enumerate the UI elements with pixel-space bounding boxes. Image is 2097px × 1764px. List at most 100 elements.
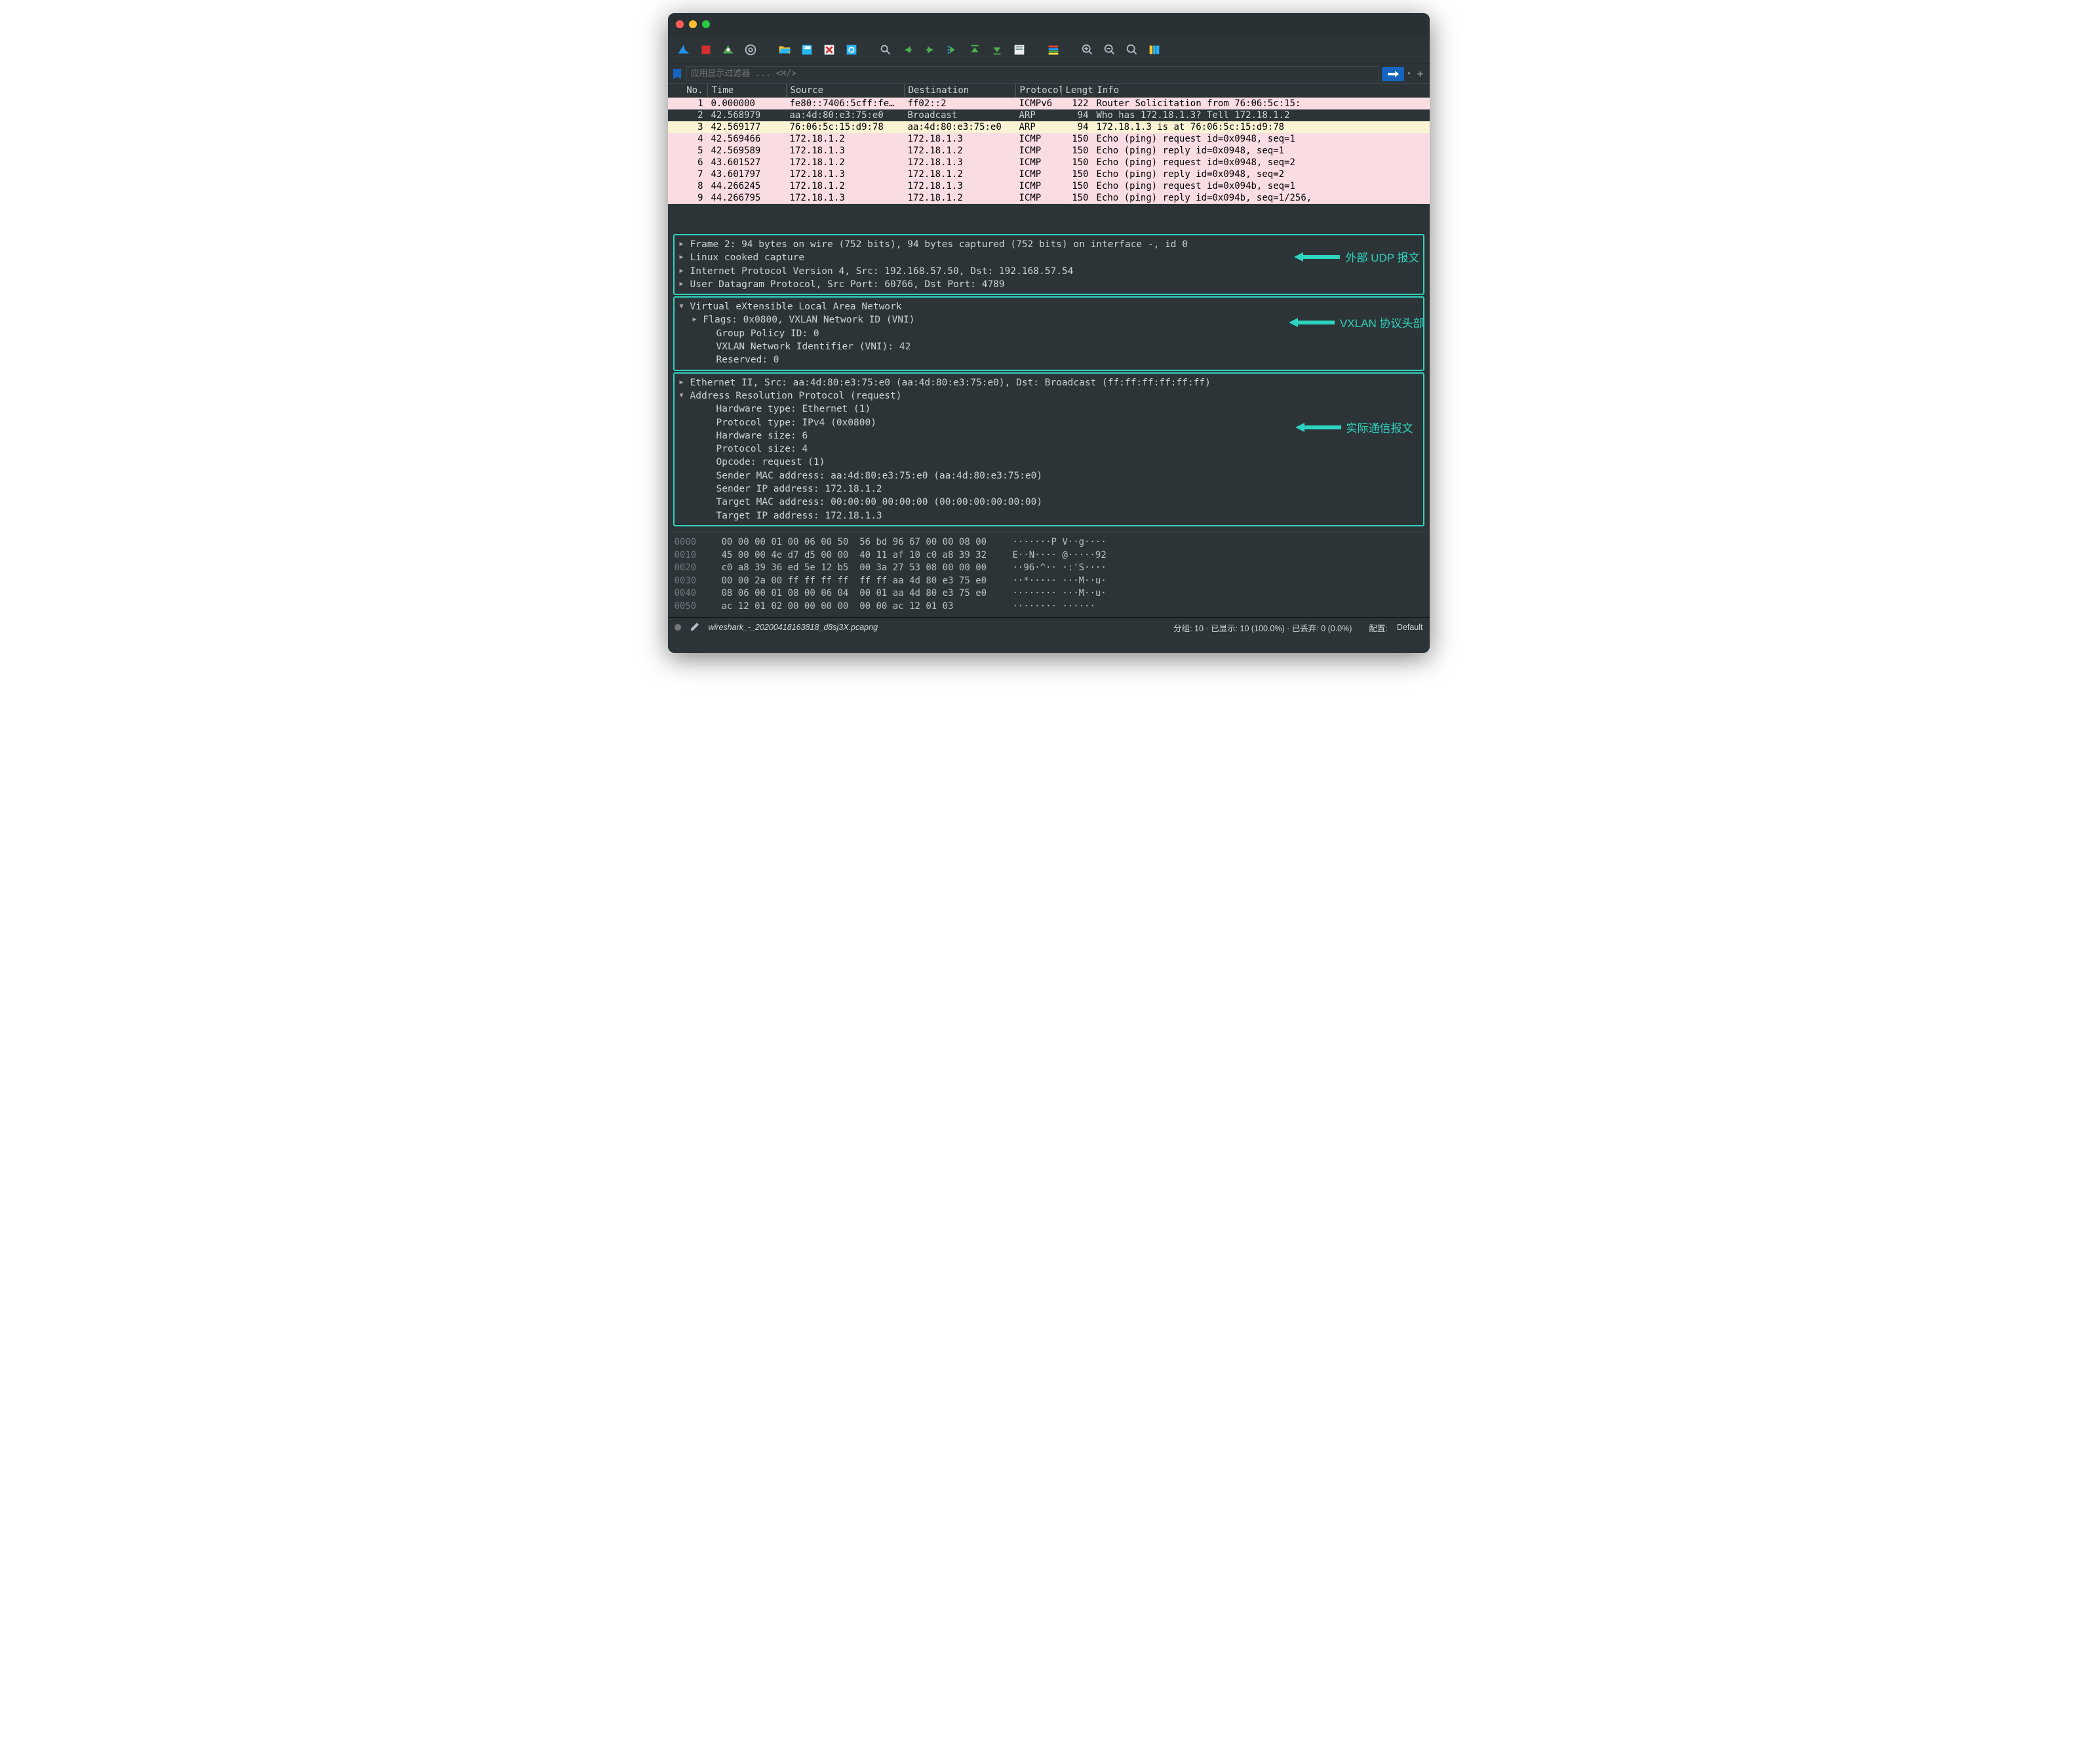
close-file-icon[interactable] <box>820 41 838 59</box>
expand-arrow-icon[interactable] <box>706 340 713 353</box>
expand-arrow-icon[interactable] <box>706 327 713 340</box>
colorize-icon[interactable] <box>1044 41 1063 59</box>
edit-icon[interactable] <box>690 622 699 633</box>
packet-row[interactable]: 542.569589172.18.1.3172.18.1.2ICMP150Ech… <box>668 145 1430 157</box>
packet-row[interactable]: 242.568979aa:4d:80:e3:75:e0BroadcastARP9… <box>668 109 1430 121</box>
col-source[interactable]: Source <box>786 84 904 97</box>
packet-row[interactable]: 342.56917776:06:5c:15:d9:78aa:4d:80:e3:7… <box>668 121 1430 133</box>
callout-actual-label: 实际通信报文 <box>1346 419 1413 435</box>
col-time[interactable]: Time <box>707 84 786 97</box>
expand-arrow-icon[interactable] <box>706 456 713 469</box>
expand-arrow-icon[interactable] <box>706 482 713 496</box>
resize-columns-icon[interactable] <box>1145 41 1164 59</box>
expand-arrow-icon[interactable]: ▼ <box>680 300 686 313</box>
maximize-window[interactable] <box>702 20 710 28</box>
hex-row[interactable]: 0020c0 a8 39 36 ed 5e 12 b5 00 3a 27 53 … <box>675 562 1423 575</box>
expand-arrow-icon[interactable]: ▶ <box>680 238 686 251</box>
hex-row[interactable]: 003000 00 2a 00 ff ff ff ff ff ff aa 4d … <box>675 575 1423 588</box>
hex-row[interactable]: 000000 00 00 01 00 06 00 50 56 bd 96 67 … <box>675 536 1423 549</box>
go-back-icon[interactable] <box>899 41 917 59</box>
hex-row[interactable]: 001045 00 00 4e d7 d5 00 00 40 11 af 10 … <box>675 549 1423 562</box>
tree-text: Address Resolution Protocol (request) <box>690 389 902 402</box>
packet-row[interactable]: 944.266795172.18.1.3172.18.1.2ICMP150Ech… <box>668 192 1430 204</box>
hex-row[interactable]: 0050ac 12 01 02 00 00 00 00 00 00 ac 12 … <box>675 600 1423 614</box>
auto-scroll-icon[interactable] <box>1010 41 1029 59</box>
tree-line[interactable]: Hardware type: Ethernet (1) <box>677 402 1421 416</box>
packet-bytes-pane[interactable]: 000000 00 00 01 00 06 00 50 56 bd 96 67 … <box>668 532 1430 617</box>
display-filter-input[interactable] <box>686 66 1380 81</box>
options-icon[interactable] <box>741 41 760 59</box>
expand-arrow-icon[interactable] <box>706 429 713 442</box>
tree-line[interactable]: VXLAN Network Identifier (VNI): 42 <box>677 340 1421 353</box>
tree-text: Protocol size: 4 <box>716 442 808 456</box>
packet-row[interactable]: 643.601527172.18.1.2172.18.1.3ICMP150Ech… <box>668 157 1430 168</box>
go-first-icon[interactable] <box>966 41 984 59</box>
tree-line[interactable]: ▼ Address Resolution Protocol (request) <box>677 389 1421 402</box>
find-icon[interactable] <box>876 41 895 59</box>
expand-arrow-icon[interactable] <box>706 509 713 522</box>
packet-list[interactable]: 10.000000fe80::7406:5cff:fe…ff02::2ICMPv… <box>668 98 1430 229</box>
expand-arrow-icon[interactable]: ▼ <box>680 389 686 402</box>
packet-list-header: No. Time Source Destination Protocol Len… <box>668 84 1430 98</box>
go-last-icon[interactable] <box>988 41 1006 59</box>
tree-text: Linux cooked capture <box>690 251 805 264</box>
status-bar: wireshark_-_20200418163818_d8sj3X.pcapng… <box>668 617 1430 637</box>
expand-arrow-icon[interactable]: ▶ <box>680 251 686 264</box>
hex-row[interactable]: 004008 06 00 01 08 00 06 04 00 01 aa 4d … <box>675 587 1423 600</box>
tree-line[interactable]: ▶Internet Protocol Version 4, Src: 192.1… <box>677 265 1421 278</box>
tree-line[interactable]: ▶User Datagram Protocol, Src Port: 60766… <box>677 278 1421 291</box>
expand-arrow-icon[interactable] <box>706 416 713 429</box>
go-forward-icon[interactable] <box>921 41 939 59</box>
tree-line[interactable]: Target MAC address: 00:00:00_00:00:00 (0… <box>677 496 1421 509</box>
save-file-icon[interactable] <box>798 41 816 59</box>
packet-row[interactable]: 442.569466172.18.1.2172.18.1.3ICMP150Ech… <box>668 133 1430 145</box>
tree-line[interactable]: Sender MAC address: aa:4d:80:e3:75:e0 (a… <box>677 469 1421 482</box>
expand-arrow-icon[interactable] <box>706 402 713 416</box>
shark-fin-icon[interactable] <box>675 41 693 59</box>
tree-line[interactable]: Target IP address: 172.18.1.3 <box>677 509 1421 522</box>
expand-arrow-icon[interactable]: ▶ <box>680 278 686 291</box>
reload-icon[interactable] <box>842 41 861 59</box>
apply-filter-button[interactable] <box>1382 67 1404 81</box>
close-window[interactable] <box>676 20 684 28</box>
packet-details-pane[interactable]: ▶Frame 2: 94 bytes on wire (752 bits), 9… <box>668 229 1430 532</box>
expand-arrow-icon[interactable]: ▶ <box>693 313 699 326</box>
tree-text: Flags: 0x0800, VXLAN Network ID (VNI) <box>703 313 915 326</box>
expand-arrow-icon[interactable] <box>706 442 713 456</box>
restart-capture-icon[interactable] <box>719 41 737 59</box>
tree-line[interactable]: Opcode: request (1) <box>677 456 1421 469</box>
tree-text: Sender IP address: 172.18.1.2 <box>716 482 882 496</box>
tree-line[interactable]: Reserved: 0 <box>677 353 1421 366</box>
expand-arrow-icon[interactable]: ▶ <box>680 376 686 389</box>
expert-info-icon[interactable] <box>675 624 681 631</box>
stop-capture-icon[interactable] <box>697 41 715 59</box>
col-length[interactable]: Length <box>1061 84 1093 97</box>
expand-arrow-icon[interactable]: ▶ <box>680 265 686 278</box>
expand-arrow-icon[interactable] <box>706 496 713 509</box>
minimize-window[interactable] <box>689 20 697 28</box>
open-file-icon[interactable] <box>775 41 794 59</box>
profile-name[interactable]: Default <box>1397 623 1423 632</box>
tree-line[interactable]: ▶Ethernet II, Src: aa:4d:80:e3:75:e0 (aa… <box>677 376 1421 389</box>
go-to-packet-icon[interactable] <box>943 41 962 59</box>
col-no[interactable]: No. <box>668 84 707 97</box>
col-info[interactable]: Info <box>1093 84 1430 97</box>
tree-line[interactable]: ▼Virtual eXtensible Local Area Network <box>677 300 1421 313</box>
expand-arrow-icon[interactable] <box>706 469 713 482</box>
tree-line[interactable]: Sender IP address: 172.18.1.2 <box>677 482 1421 496</box>
add-filter-button[interactable]: + <box>1414 68 1427 80</box>
col-destination[interactable]: Destination <box>904 84 1015 97</box>
packet-row[interactable]: 743.601797172.18.1.3172.18.1.2ICMP150Ech… <box>668 168 1430 180</box>
col-protocol[interactable]: Protocol <box>1015 84 1061 97</box>
packet-row[interactable]: 844.266245172.18.1.2172.18.1.3ICMP150Ech… <box>668 180 1430 192</box>
tree-line[interactable]: Protocol size: 4 <box>677 442 1421 456</box>
packet-stats: 分组: 10 · 已显示: 10 (100.0%) · 已丢弃: 0 (0.0%… <box>1173 621 1352 634</box>
zoom-out-icon[interactable] <box>1101 41 1119 59</box>
tree-text: Hardware size: 6 <box>716 429 808 442</box>
zoom-reset-icon[interactable] <box>1123 41 1141 59</box>
filter-dropdown-icon[interactable]: ▾ <box>1407 70 1411 77</box>
packet-row[interactable]: 10.000000fe80::7406:5cff:fe…ff02::2ICMPv… <box>668 98 1430 109</box>
expand-arrow-icon[interactable] <box>706 353 713 366</box>
zoom-in-icon[interactable] <box>1078 41 1097 59</box>
bookmark-icon[interactable] <box>671 68 684 81</box>
